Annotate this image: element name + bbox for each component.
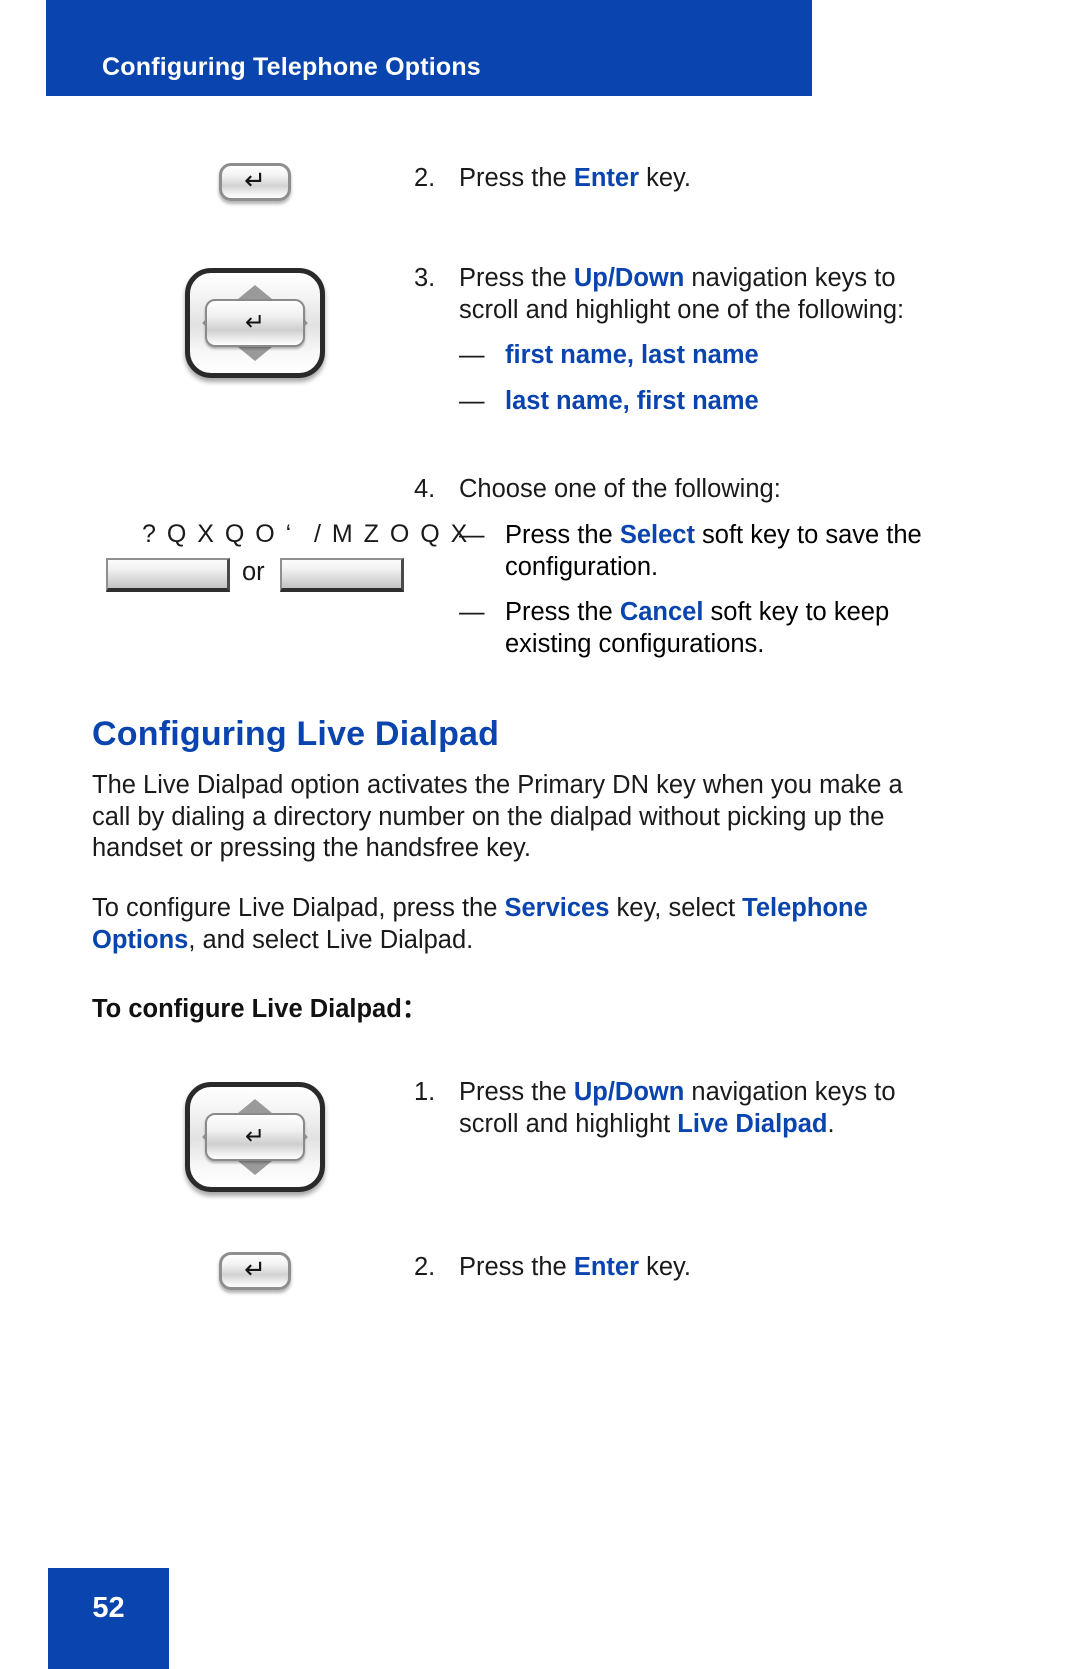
footer-page-block: 52 — [48, 1568, 169, 1669]
step-1b-line2-keyword: Live Dialpad — [677, 1109, 828, 1138]
nav-down-triangle-icon-2 — [238, 1161, 272, 1175]
step-1b-line2-before: scroll and highlight — [459, 1109, 678, 1138]
choice-cancel-dash: — — [459, 598, 485, 626]
choice-select-dash: — — [459, 521, 485, 549]
choice-select-keyword: Select — [619, 521, 695, 549]
paragraph-2-line-1a: To configure Live Dialpad, press the — [92, 894, 505, 922]
select-soft-key-button[interactable] — [106, 558, 230, 592]
section-paragraph-2: To configure Live Dialpad, press the Ser… — [92, 893, 972, 956]
step-number-2: 2. — [414, 164, 436, 192]
or-separator-text: or — [242, 558, 265, 586]
step-text-3: Press the Up/Down navigation keys to scr… — [459, 263, 979, 326]
choice-select-before: Press the — [505, 521, 620, 549]
navigation-cluster-icon-1: ↵ — [185, 268, 325, 378]
choice-cancel-keyword: Cancel — [619, 598, 704, 626]
step-3-line2: scroll and highlight one of the followin… — [459, 295, 905, 324]
step-3-keyword-down: Down — [614, 264, 685, 292]
step-2b-keyword-enter: Enter — [573, 1253, 639, 1281]
section-paragraph-1: The Live Dialpad option activates the Pr… — [92, 770, 972, 865]
nav-center-enter-key-icon-2: ↵ — [205, 1113, 305, 1161]
step-2-text-before: Press the — [459, 164, 574, 192]
footer-page-number: 52 — [92, 1592, 125, 1624]
page-header-bar: Configuring Telephone Options — [46, 0, 812, 96]
paragraph-1-line-3: handset or pressing the handsfree key. — [92, 834, 531, 862]
option-1-dash: — — [459, 341, 485, 369]
select-soft-key-label: ? Q X Q O ‘ — [142, 520, 294, 548]
choice-cancel-line2: existing configurations. — [505, 629, 765, 658]
choice-cancel-before: Press the — [505, 598, 620, 626]
nav-up-triangle-icon-2 — [238, 1099, 272, 1113]
paragraph-2-line-2b: , and select Live Dialpad. — [188, 925, 474, 954]
paragraph-1-line-2: call by dialing a directory number on th… — [92, 802, 885, 831]
step-2b-text-before: Press the — [459, 1253, 574, 1281]
step-text-4: Choose one of the following: — [459, 475, 781, 503]
nav-down-triangle-icon — [238, 347, 272, 361]
paragraph-2-keyword-telephone: Telephone — [742, 894, 868, 922]
choice-select-after: soft key to save the — [694, 521, 922, 549]
step-2-text-after: key. — [639, 164, 691, 192]
step-1b-separator: / — [607, 1078, 615, 1106]
step-1b-keyword-up: Up — [573, 1078, 608, 1106]
choice-select-text: Press the Select soft key to save the co… — [505, 520, 965, 583]
step-number-1b: 1. — [414, 1078, 436, 1106]
choice-cancel-after: soft key to keep — [703, 598, 890, 626]
step-3-text-before: Press the — [459, 264, 574, 292]
paragraph-2-line-1b: key, select — [609, 894, 743, 922]
nav-center-enter-key-icon: ↵ — [205, 299, 305, 347]
step-3-text-after: navigation keys to — [684, 264, 896, 292]
step-3-keyword-up: Up — [573, 264, 608, 292]
option-2-label: last name, first name — [505, 387, 759, 415]
paragraph-2-keyword-services: Services — [504, 894, 610, 922]
enter-arrow-glyph: ↵ — [244, 166, 266, 196]
enter-arrow-glyph-2: ↵ — [244, 1255, 266, 1285]
page-header-title: Configuring Telephone Options — [102, 53, 481, 81]
navigation-cluster-icon-2: ↵ — [185, 1082, 325, 1192]
step-1b-line2-after: . — [827, 1109, 835, 1138]
paragraph-1-line-1: The Live Dialpad option activates the Pr… — [92, 771, 903, 799]
step-text-2b: Press the Enter key. — [459, 1252, 959, 1284]
step-1b-text-after: navigation keys to — [684, 1078, 896, 1106]
option-1-label: first name, last name — [505, 341, 759, 369]
choice-select-line2: configuration. — [505, 552, 659, 581]
cancel-soft-key-label: / M Z O Q X — [314, 520, 470, 548]
nav-enter-arrow-glyph: ↵ — [244, 308, 266, 336]
nav-enter-arrow-glyph-2: ↵ — [244, 1122, 266, 1150]
step-text-2: Press the Enter key. — [459, 163, 959, 195]
step-1b-text-before: Press the — [459, 1078, 574, 1106]
paragraph-2-keyword-options: Options — [92, 925, 189, 954]
step-3-separator: / — [607, 264, 615, 292]
step-2b-text-after: key. — [639, 1253, 691, 1281]
step-number-3: 3. — [414, 264, 436, 292]
step-text-1b: Press the Up/Down navigation keys to scr… — [459, 1077, 979, 1140]
nav-up-triangle-icon — [238, 285, 272, 299]
enter-key-icon-2: ↵ — [219, 1252, 291, 1290]
step-1b-keyword-down: Down — [614, 1078, 685, 1106]
sub-heading-to-configure: To configure Live Dialpad： — [92, 995, 428, 1023]
section-heading-live-dialpad: Configuring Live Dialpad — [92, 715, 500, 753]
enter-key-icon: ↵ — [219, 163, 291, 201]
choice-cancel-text: Press the Cancel soft key to keep existi… — [505, 597, 965, 660]
step-number-4: 4. — [414, 475, 436, 503]
cancel-soft-key-button[interactable] — [280, 558, 404, 592]
option-2-dash: — — [459, 387, 485, 415]
step-2-keyword-enter: Enter — [573, 164, 639, 192]
step-number-2b: 2. — [414, 1253, 436, 1281]
